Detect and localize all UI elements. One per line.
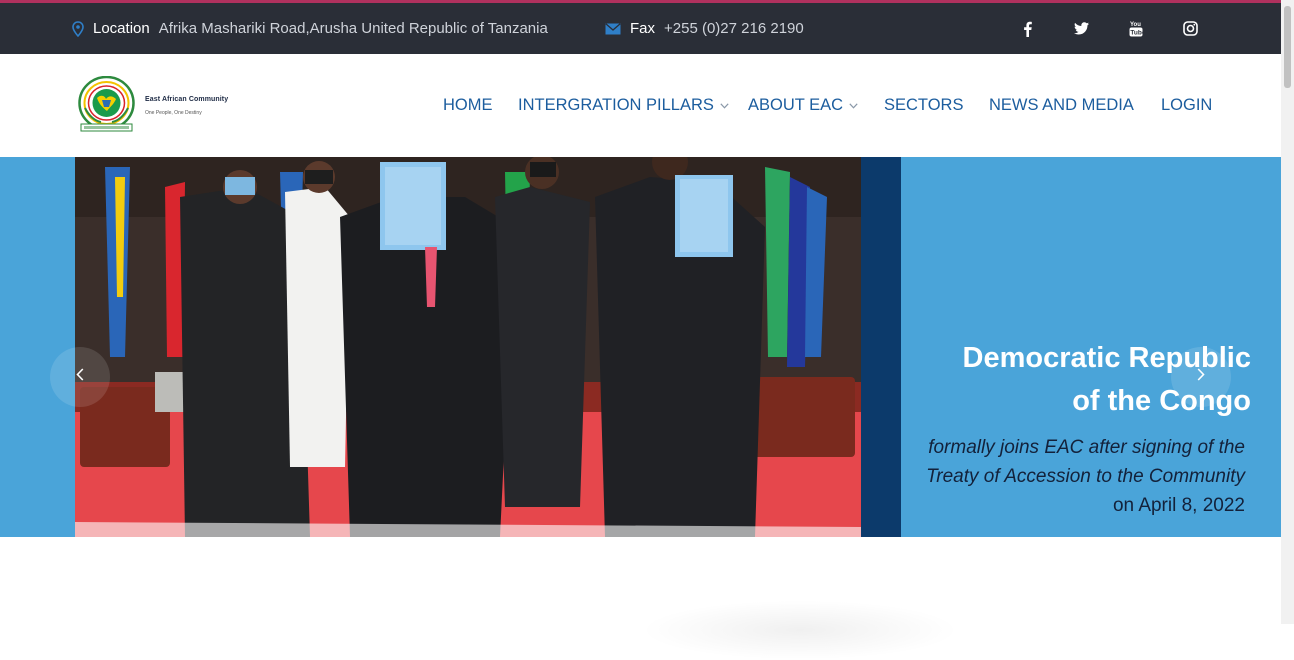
nav-home[interactable]: HOME xyxy=(443,54,493,157)
nav-sectors-label: SECTORS xyxy=(884,96,964,114)
svg-text:You: You xyxy=(1130,22,1141,28)
eac-emblem-icon xyxy=(78,76,135,132)
nav-integration-pillars-label: INTERGRATION PILLARS xyxy=(518,96,714,114)
nav-news-and-media-label: NEWS AND MEDIA xyxy=(989,96,1134,114)
youtube-icon[interactable]: You Tube xyxy=(1125,3,1147,54)
envelope-icon xyxy=(605,22,621,35)
nav-about-eac[interactable]: ABOUT EAC xyxy=(748,54,858,157)
nav-login-label: LOGIN xyxy=(1161,96,1213,114)
logo-tagline: One People, One Destiny xyxy=(145,110,202,116)
fax-label: Fax xyxy=(630,20,656,37)
fax-info: Fax +255 (0)27 216 2190 xyxy=(605,3,804,54)
chevron-down-icon xyxy=(720,102,729,109)
instagram-icon[interactable] xyxy=(1179,3,1201,54)
location-pin-icon xyxy=(72,20,84,37)
nav-news-and-media[interactable]: NEWS AND MEDIA xyxy=(989,54,1134,157)
slide-photo xyxy=(75,157,861,537)
content-shadow xyxy=(640,600,960,660)
site-logo[interactable]: East African Community One People, One D… xyxy=(75,76,228,136)
facebook-icon[interactable] xyxy=(1016,3,1038,54)
slider-prev-button[interactable] xyxy=(50,347,110,407)
nav-integration-pillars[interactable]: INTERGRATION PILLARS xyxy=(518,54,729,157)
location-label: Location xyxy=(93,20,150,37)
chevron-right-icon xyxy=(1197,368,1205,386)
site-header: East African Community One People, One D… xyxy=(0,54,1281,157)
nav-home-label: HOME xyxy=(443,96,493,114)
nav-about-eac-label: ABOUT EAC xyxy=(748,96,844,114)
fax-value: +255 (0)27 216 2190 xyxy=(664,20,804,37)
location-value: Afrika Mashariki Road,Arusha United Repu… xyxy=(158,20,548,37)
contact-topbar: Location Afrika Mashariki Road,Arusha Un… xyxy=(0,3,1281,54)
slide-description-date: on April 8, 2022 xyxy=(1112,495,1245,516)
chevron-down-icon xyxy=(849,102,858,109)
slide-description-italic: formally joins EAC after signing of the … xyxy=(926,437,1245,487)
hero-slider: Democratic Republic of the Congo formall… xyxy=(0,157,1281,537)
location-info: Location Afrika Mashariki Road,Arusha Un… xyxy=(72,3,548,54)
chevron-left-icon xyxy=(76,368,84,386)
slide-description: formally joins EAC after signing of the … xyxy=(905,433,1245,520)
slider-next-button[interactable] xyxy=(1171,347,1231,407)
nav-sectors[interactable]: SECTORS xyxy=(884,54,963,157)
page-scrollbar[interactable] xyxy=(1281,0,1294,624)
scrollbar-thumb[interactable] xyxy=(1284,6,1291,88)
twitter-icon[interactable] xyxy=(1070,3,1092,54)
svg-text:Tube: Tube xyxy=(1130,30,1143,37)
logo-name: East African Community xyxy=(145,96,229,103)
nav-login[interactable]: LOGIN xyxy=(1161,54,1212,157)
